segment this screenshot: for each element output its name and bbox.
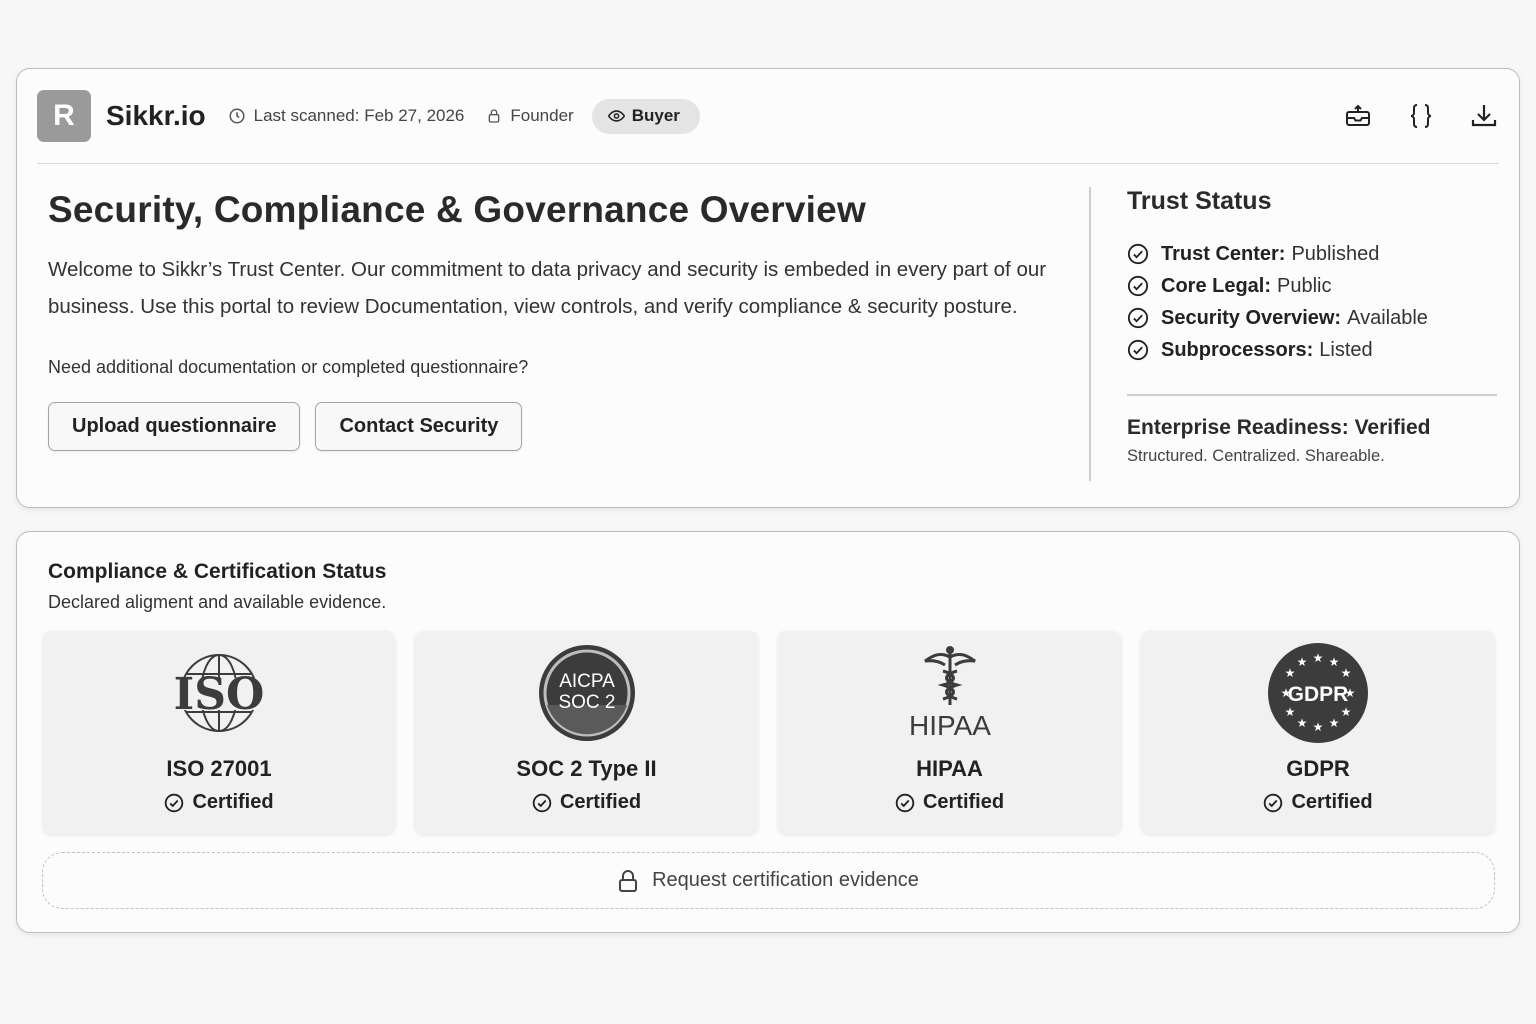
certification-tile-iso[interactable]: ISO ISO 27001 Certified [43,631,395,834]
inbox-button[interactable] [1343,101,1373,131]
top-bar: R Sikkr.io Last scanned: Feb 27, 2026 Fo… [37,69,1499,164]
certification-status: Certified [1141,791,1495,814]
contact-security-button[interactable]: Contact Security [315,402,523,451]
lock-icon [619,869,638,892]
certification-status-text: Certified [192,791,274,813]
gdpr-logo-text: GDPR [1288,683,1349,706]
check-circle-icon [1127,243,1149,265]
trust-divider [1127,394,1497,396]
certification-status: Certified [415,791,758,814]
aicpa-text: AICPA [559,671,615,692]
trust-status-list: Trust Center: Published Core Legal: Publ… [1127,238,1497,366]
last-scanned: Last scanned: Feb 27, 2026 [228,106,465,126]
svg-text:★: ★ [1313,720,1324,734]
trust-item-value: Public [1277,274,1332,297]
trust-item-key: Core Legal: [1161,274,1272,297]
page-title: Security, Compliance & Governance Overvi… [48,189,866,230]
documentation-prompt: Need additional documentation or complet… [48,357,529,377]
check-circle-icon [1127,275,1149,297]
vertical-divider [1089,187,1091,481]
svg-text:★: ★ [1285,666,1296,680]
json-button[interactable] [1406,101,1436,131]
download-button[interactable] [1469,101,1499,131]
upload-questionnaire-button[interactable]: Upload questionnaire [48,402,301,451]
enterprise-readiness-subtitle: Structured. Centralized. Shareable. [1127,446,1385,465]
buyer-view-toggle[interactable]: Buyer [591,98,700,134]
braces-icon [1410,104,1432,128]
founder-label: Founder [510,106,574,125]
compliance-title: Compliance & Certification Status [48,560,387,583]
check-circle-icon [1127,307,1149,329]
certification-tile-hipaa[interactable]: HIPAA HIPAA Certified [778,631,1121,834]
trust-item-subprocessors: Subprocessors: Listed [1127,334,1497,366]
certification-status: Certified [778,791,1121,814]
svg-text:★: ★ [1297,716,1308,730]
check-circle-icon [1264,793,1283,812]
trust-overview-card: R Sikkr.io Last scanned: Feb 27, 2026 Fo… [16,68,1520,508]
svg-text:★: ★ [1285,705,1296,719]
check-circle-icon [895,793,915,812]
certification-status-text: Certified [559,791,642,813]
brand-name: Sikkr.io [106,100,206,131]
trust-item-value: Listed [1319,338,1373,361]
trust-item-security-overview: Security Overview: Available [1127,302,1497,334]
check-circle-icon [165,793,184,812]
trust-item-core-legal: Core Legal: Public [1127,270,1497,302]
inbox-icon [1346,104,1370,126]
last-scanned-text: Last scanned: Feb 27, 2026 [253,106,465,125]
compliance-card: Compliance & Certification Status Declar… [16,531,1520,933]
certification-tile-soc2[interactable]: AICPA SOC 2 SOC 2 Type II Certified [415,631,758,834]
iso-logo-text: ISO [174,669,265,720]
header-actions [1310,101,1499,131]
soc2-text: SOC 2 [558,692,615,713]
intro-description: Welcome to Sikkr’s Trust Center. Our com… [48,258,1047,318]
intro-section: Security, Compliance & Governance Overvi… [48,189,1058,451]
hipaa-logo-text: HIPAA [909,710,991,741]
svg-text:★: ★ [1329,716,1340,730]
founder-role[interactable]: Founder [486,106,574,126]
certification-name: SOC 2 Type II [516,756,657,781]
hipaa-logo: HIPAA [778,643,1121,743]
trust-item-value: Published [1291,242,1380,265]
certification-status-text: Certified [922,791,1005,813]
aicpa-soc2-logo: AICPA SOC 2 [415,643,758,743]
svg-text:★: ★ [1341,666,1352,680]
trust-status-title: Trust Status [1127,187,1272,215]
trust-item-key: Subprocessors: [1161,338,1314,361]
certification-status: Certified [43,791,395,814]
trust-item-value: Available [1347,306,1428,329]
certification-tiles: ISO ISO 27001 Certified AICPA SOC 2 SOC [43,631,1495,834]
gdpr-logo: ★ ★ ★ ★ ★ ★ ★ ★ ★ ★ ★ ★ GDPR [1141,643,1495,743]
iso-logo: ISO [43,643,395,743]
user-lock-icon [489,109,500,123]
request-evidence-button[interactable]: Request certification evidence [42,852,1495,909]
svg-text:★: ★ [1329,655,1340,669]
caduceus-icon [923,651,976,705]
enterprise-readiness-title: Enterprise Readiness: Verified [1127,415,1431,439]
certification-name: HIPAA [916,756,983,781]
certification-name: ISO 27001 [166,756,272,781]
check-circle-icon [1127,339,1149,361]
trust-item-key: Security Overview: [1161,306,1342,329]
clock-icon [229,108,245,124]
trust-item-key: Trust Center: [1161,242,1286,265]
certification-name: GDPR [1286,756,1350,781]
svg-text:★: ★ [1341,705,1352,719]
buyer-label: Buyer [631,106,680,125]
check-circle-icon [532,793,552,812]
certification-tile-gdpr[interactable]: ★ ★ ★ ★ ★ ★ ★ ★ ★ ★ ★ ★ GDPR GDPR Certified [1141,631,1495,834]
request-evidence-label: Request certification evidence [652,869,919,891]
svg-text:★: ★ [1313,651,1324,665]
action-buttons: Upload questionnaire Contact Security [48,402,1058,451]
download-icon [1471,105,1497,127]
certification-status-text: Certified [1291,791,1373,813]
company-logo: R [37,90,91,142]
trust-status-panel: Trust Status Trust Center: Published Cor… [1127,187,1497,466]
compliance-subtitle: Declared aligment and available evidence… [48,592,387,612]
trust-item-trust-center: Trust Center: Published [1127,238,1497,270]
eye-icon [607,110,625,122]
svg-text:★: ★ [1297,655,1308,669]
